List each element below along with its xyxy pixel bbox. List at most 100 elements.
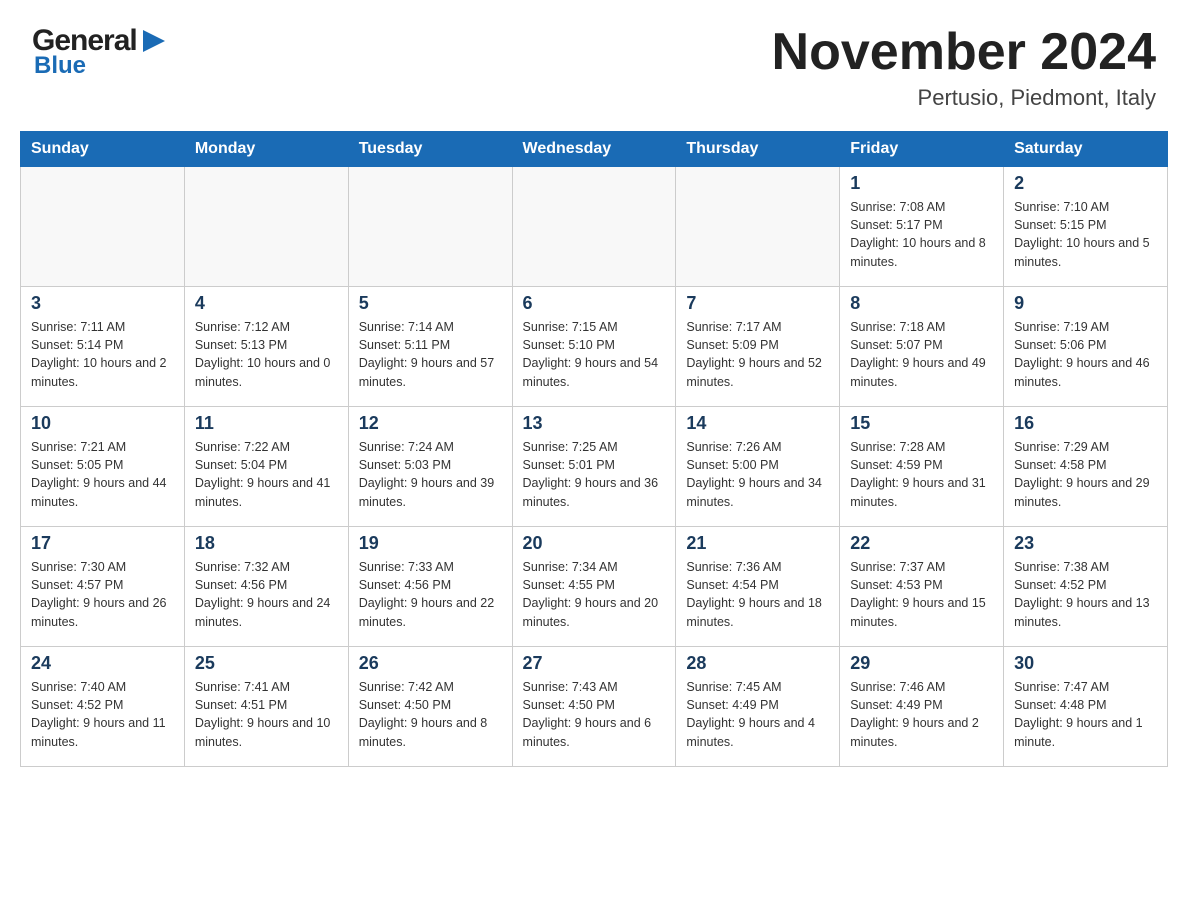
day-number: 15 xyxy=(850,413,993,434)
day-info: Sunrise: 7:28 AM Sunset: 4:59 PM Dayligh… xyxy=(850,438,993,511)
calendar-week-row-2: 3Sunrise: 7:11 AM Sunset: 5:14 PM Daylig… xyxy=(21,287,1168,407)
day-info: Sunrise: 7:17 AM Sunset: 5:09 PM Dayligh… xyxy=(686,318,829,391)
col-monday: Monday xyxy=(184,132,348,167)
calendar-cell: 15 Sunrise: 7:28 AM Sunset: 4:59 PM Dayli… xyxy=(840,407,1004,527)
calendar-cell: 4 Sunrise: 7:12 AM Sunset: 5:13 PM Daylig… xyxy=(184,287,348,407)
calendar-cell: 3Sunrise: 7:11 AM Sunset: 5:14 PM Daylig… xyxy=(21,287,185,407)
calendar-cell: 20 Sunrise: 7:34 AM Sunset: 4:55 PM Dayli… xyxy=(512,527,676,647)
calendar-cell: 8 Sunrise: 7:18 AM Sunset: 5:07 PM Daylig… xyxy=(840,287,1004,407)
day-info: Sunrise: 7:34 AM Sunset: 4:55 PM Dayligh… xyxy=(523,558,666,631)
day-number: 4 xyxy=(195,293,338,314)
day-info: Sunrise: 7:11 AM Sunset: 5:14 PM Dayligh… xyxy=(31,318,174,391)
col-sunday: Sunday xyxy=(21,132,185,167)
day-info: Sunrise: 7:29 AM Sunset: 4:58 PM Dayligh… xyxy=(1014,438,1157,511)
calendar-cell: 30 Sunrise: 7:47 AM Sunset: 4:48 PM Dayli… xyxy=(1004,647,1168,767)
day-info: Sunrise: 7:24 AM Sunset: 5:03 PM Dayligh… xyxy=(359,438,502,511)
calendar-cell: 18 Sunrise: 7:32 AM Sunset: 4:56 PM Dayli… xyxy=(184,527,348,647)
day-info: Sunrise: 7:18 AM Sunset: 5:07 PM Dayligh… xyxy=(850,318,993,391)
day-number: 10 xyxy=(31,413,174,434)
day-number: 5 xyxy=(359,293,502,314)
day-info: Sunrise: 7:46 AM Sunset: 4:49 PM Dayligh… xyxy=(850,678,993,751)
calendar-cell: 11Sunrise: 7:22 AM Sunset: 5:04 PM Dayli… xyxy=(184,407,348,527)
calendar-cell: 24 Sunrise: 7:40 AM Sunset: 4:52 PM Dayli… xyxy=(21,647,185,767)
day-number: 6 xyxy=(523,293,666,314)
day-info: Sunrise: 7:26 AM Sunset: 5:00 PM Dayligh… xyxy=(686,438,829,511)
page-subtitle: Pertusio, Piedmont, Italy xyxy=(772,85,1156,111)
day-info: Sunrise: 7:43 AM Sunset: 4:50 PM Dayligh… xyxy=(523,678,666,751)
day-info: Sunrise: 7:32 AM Sunset: 4:56 PM Dayligh… xyxy=(195,558,338,631)
day-info: Sunrise: 7:08 AM Sunset: 5:17 PM Dayligh… xyxy=(850,198,993,271)
day-info: Sunrise: 7:45 AM Sunset: 4:49 PM Dayligh… xyxy=(686,678,829,751)
day-number: 23 xyxy=(1014,533,1157,554)
day-number: 18 xyxy=(195,533,338,554)
calendar-cell: 7 Sunrise: 7:17 AM Sunset: 5:09 PM Daylig… xyxy=(676,287,840,407)
day-info: Sunrise: 7:40 AM Sunset: 4:52 PM Dayligh… xyxy=(31,678,174,751)
day-info: Sunrise: 7:10 AM Sunset: 5:15 PM Dayligh… xyxy=(1014,198,1157,271)
calendar-cell: 27Sunrise: 7:43 AM Sunset: 4:50 PM Dayli… xyxy=(512,647,676,767)
day-number: 16 xyxy=(1014,413,1157,434)
day-info: Sunrise: 7:36 AM Sunset: 4:54 PM Dayligh… xyxy=(686,558,829,631)
day-number: 9 xyxy=(1014,293,1157,314)
day-number: 17 xyxy=(31,533,174,554)
calendar-week-row-4: 17 Sunrise: 7:30 AM Sunset: 4:57 PM Dayli… xyxy=(21,527,1168,647)
col-saturday: Saturday xyxy=(1004,132,1168,167)
calendar-cell: 21 Sunrise: 7:36 AM Sunset: 4:54 PM Dayli… xyxy=(676,527,840,647)
day-info: Sunrise: 7:42 AM Sunset: 4:50 PM Dayligh… xyxy=(359,678,502,751)
day-info: Sunrise: 7:21 AM Sunset: 5:05 PM Dayligh… xyxy=(31,438,174,511)
calendar-header-row: Sunday Monday Tuesday Wednesday Thursday… xyxy=(21,132,1168,167)
day-number: 25 xyxy=(195,653,338,674)
day-number: 19 xyxy=(359,533,502,554)
logo-arrow-icon xyxy=(139,26,169,56)
day-number: 14 xyxy=(686,413,829,434)
day-info: Sunrise: 7:30 AM Sunset: 4:57 PM Dayligh… xyxy=(31,558,174,631)
day-info: Sunrise: 7:15 AM Sunset: 5:10 PM Dayligh… xyxy=(523,318,666,391)
calendar-cell xyxy=(21,167,185,287)
page-header: General Blue November 2024 Pertusio, Pie… xyxy=(0,0,1188,123)
day-info: Sunrise: 7:33 AM Sunset: 4:56 PM Dayligh… xyxy=(359,558,502,631)
day-number: 2 xyxy=(1014,173,1157,194)
day-number: 8 xyxy=(850,293,993,314)
day-number: 24 xyxy=(31,653,174,674)
calendar-cell: 29Sunrise: 7:46 AM Sunset: 4:49 PM Dayli… xyxy=(840,647,1004,767)
calendar-cell: 12Sunrise: 7:24 AM Sunset: 5:03 PM Dayli… xyxy=(348,407,512,527)
day-info: Sunrise: 7:25 AM Sunset: 5:01 PM Dayligh… xyxy=(523,438,666,511)
calendar-cell: 26Sunrise: 7:42 AM Sunset: 4:50 PM Dayli… xyxy=(348,647,512,767)
calendar-cell: 10 Sunrise: 7:21 AM Sunset: 5:05 PM Dayli… xyxy=(21,407,185,527)
day-number: 20 xyxy=(523,533,666,554)
calendar-cell: 28Sunrise: 7:45 AM Sunset: 4:49 PM Dayli… xyxy=(676,647,840,767)
day-info: Sunrise: 7:14 AM Sunset: 5:11 PM Dayligh… xyxy=(359,318,502,391)
calendar-cell: 9 Sunrise: 7:19 AM Sunset: 5:06 PM Daylig… xyxy=(1004,287,1168,407)
day-number: 11 xyxy=(195,413,338,434)
calendar-cell: 2 Sunrise: 7:10 AM Sunset: 5:15 PM Daylig… xyxy=(1004,167,1168,287)
calendar-cell: 14 Sunrise: 7:26 AM Sunset: 5:00 PM Dayli… xyxy=(676,407,840,527)
calendar-cell xyxy=(676,167,840,287)
col-wednesday: Wednesday xyxy=(512,132,676,167)
day-number: 7 xyxy=(686,293,829,314)
day-number: 21 xyxy=(686,533,829,554)
calendar-cell: 17 Sunrise: 7:30 AM Sunset: 4:57 PM Dayli… xyxy=(21,527,185,647)
calendar-cell: 19 Sunrise: 7:33 AM Sunset: 4:56 PM Dayli… xyxy=(348,527,512,647)
logo-blue-text: Blue xyxy=(34,52,86,80)
col-thursday: Thursday xyxy=(676,132,840,167)
day-info: Sunrise: 7:19 AM Sunset: 5:06 PM Dayligh… xyxy=(1014,318,1157,391)
col-tuesday: Tuesday xyxy=(348,132,512,167)
logo: General Blue xyxy=(32,24,169,80)
day-number: 1 xyxy=(850,173,993,194)
col-friday: Friday xyxy=(840,132,1004,167)
calendar-cell: 6 Sunrise: 7:15 AM Sunset: 5:10 PM Daylig… xyxy=(512,287,676,407)
calendar-cell: 1 Sunrise: 7:08 AM Sunset: 5:17 PM Daylig… xyxy=(840,167,1004,287)
calendar-table: Sunday Monday Tuesday Wednesday Thursday… xyxy=(20,131,1168,767)
title-area: November 2024 Pertusio, Piedmont, Italy xyxy=(772,24,1156,111)
calendar-cell: 5 Sunrise: 7:14 AM Sunset: 5:11 PM Daylig… xyxy=(348,287,512,407)
day-info: Sunrise: 7:37 AM Sunset: 4:53 PM Dayligh… xyxy=(850,558,993,631)
day-info: Sunrise: 7:47 AM Sunset: 4:48 PM Dayligh… xyxy=(1014,678,1157,751)
calendar-week-row-1: 1 Sunrise: 7:08 AM Sunset: 5:17 PM Daylig… xyxy=(21,167,1168,287)
day-info: Sunrise: 7:38 AM Sunset: 4:52 PM Dayligh… xyxy=(1014,558,1157,631)
day-info: Sunrise: 7:12 AM Sunset: 5:13 PM Dayligh… xyxy=(195,318,338,391)
calendar-week-row-3: 10 Sunrise: 7:21 AM Sunset: 5:05 PM Dayli… xyxy=(21,407,1168,527)
day-number: 30 xyxy=(1014,653,1157,674)
day-number: 22 xyxy=(850,533,993,554)
page-title: November 2024 xyxy=(772,24,1156,81)
day-number: 13 xyxy=(523,413,666,434)
calendar-cell xyxy=(184,167,348,287)
